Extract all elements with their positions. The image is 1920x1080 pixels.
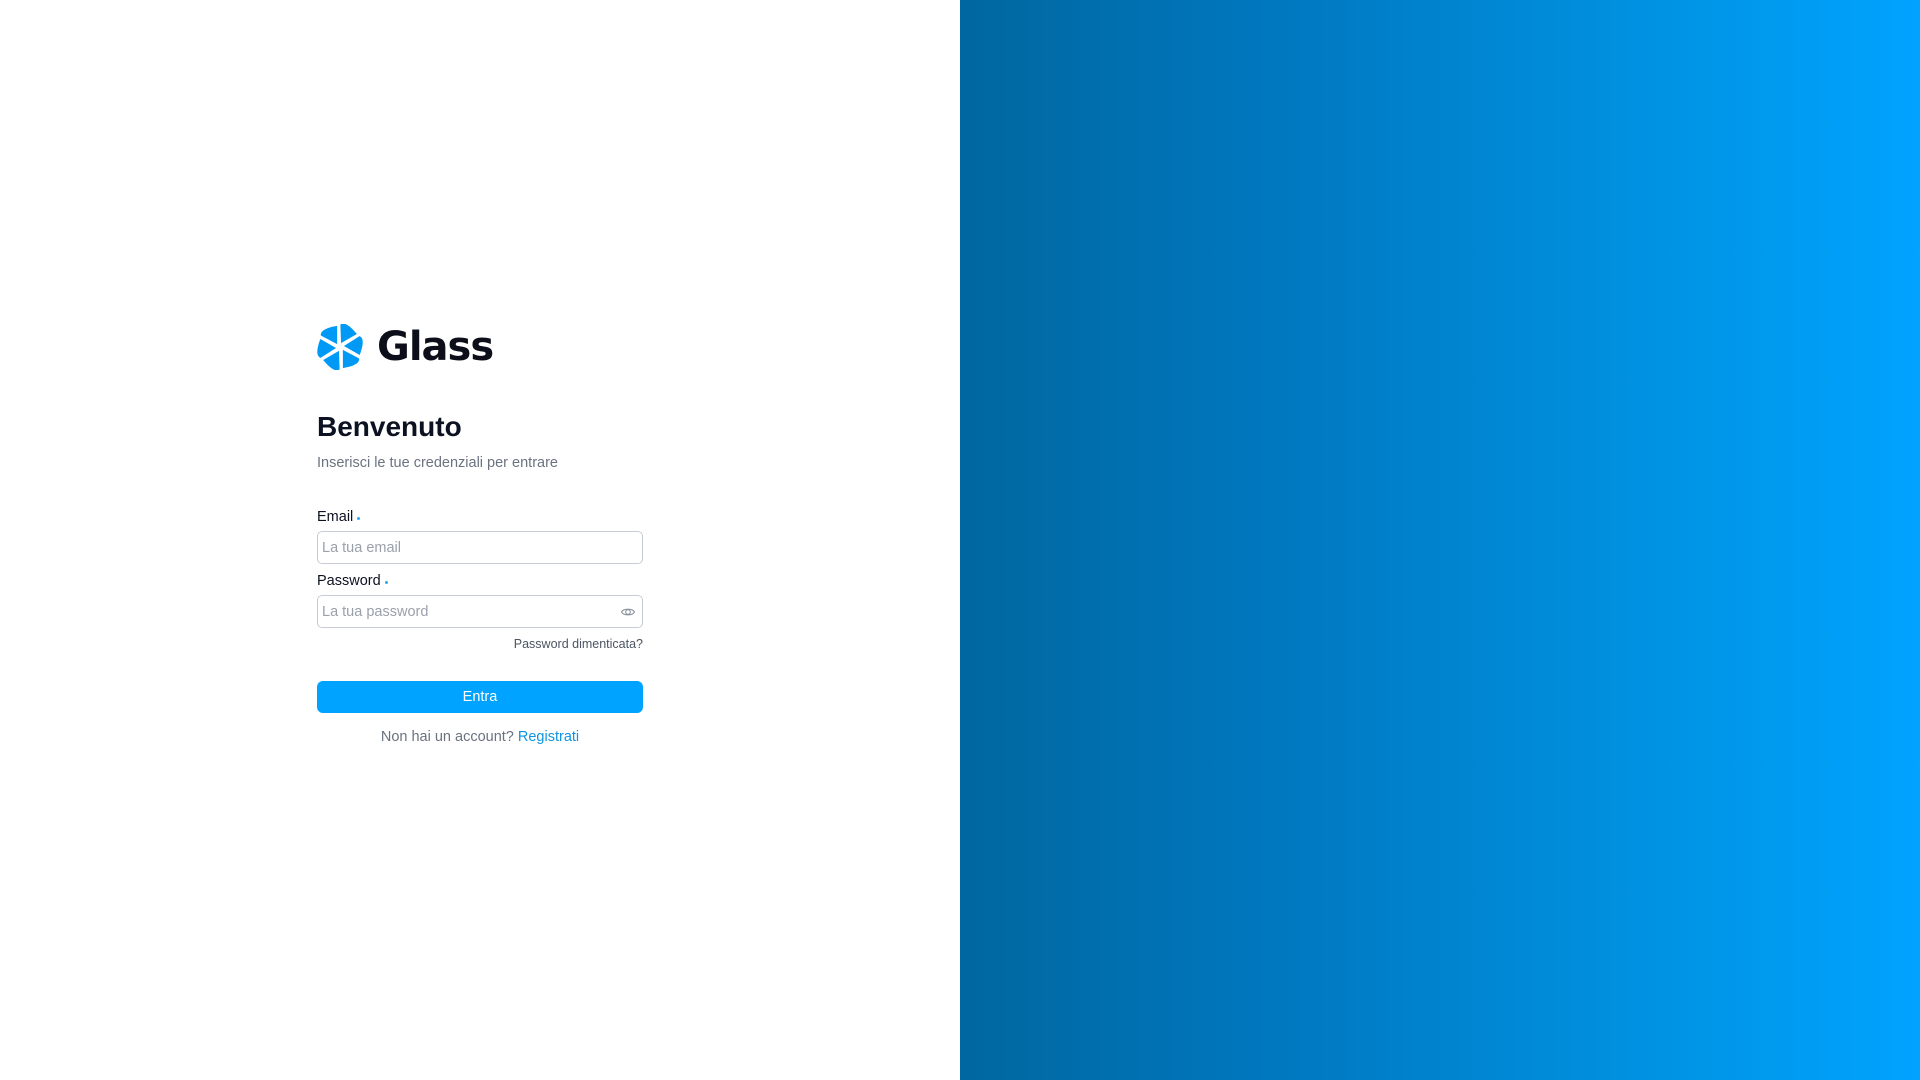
password-input[interactable] bbox=[318, 596, 642, 627]
gradient-side-panel bbox=[960, 0, 1920, 1080]
required-indicator bbox=[357, 516, 361, 520]
login-button[interactable]: Entra bbox=[317, 681, 643, 713]
login-panel: Glass Benvenuto Inserisci le tue credenz… bbox=[0, 0, 960, 1080]
eye-icon[interactable] bbox=[620, 604, 636, 620]
signup-row: Non hai un account? Registrati bbox=[317, 728, 643, 746]
email-field-group: Email bbox=[317, 508, 643, 564]
flower-petal-logo-icon bbox=[317, 324, 363, 370]
page-title: Benvenuto bbox=[317, 411, 462, 442]
email-label-text: Email bbox=[317, 509, 354, 525]
signup-prompt: Non hai un account? bbox=[380, 729, 518, 745]
login-form: Glass Benvenuto Inserisci le tue credenz… bbox=[317, 322, 643, 746]
password-label: Password bbox=[317, 572, 643, 590]
email-input-wrapper bbox=[317, 531, 643, 564]
brand-logo: Glass bbox=[317, 322, 643, 372]
signup-link[interactable]: Registrati bbox=[518, 729, 579, 745]
email-input[interactable] bbox=[318, 532, 642, 563]
brand-name: Glass bbox=[377, 324, 494, 370]
required-indicator bbox=[384, 580, 388, 584]
page-subtitle: Inserisci le tue credenziali per entrare bbox=[317, 455, 558, 471]
email-label: Email bbox=[317, 508, 643, 526]
forgot-password-link[interactable]: Password dimenticata? bbox=[514, 637, 643, 651]
password-field-group: Password bbox=[317, 572, 643, 628]
login-page: Glass Benvenuto Inserisci le tue credenz… bbox=[0, 0, 1920, 1080]
password-input-wrapper bbox=[317, 595, 643, 628]
forgot-password-row: Password dimenticata? bbox=[317, 637, 643, 652]
password-label-text: Password bbox=[317, 573, 381, 589]
